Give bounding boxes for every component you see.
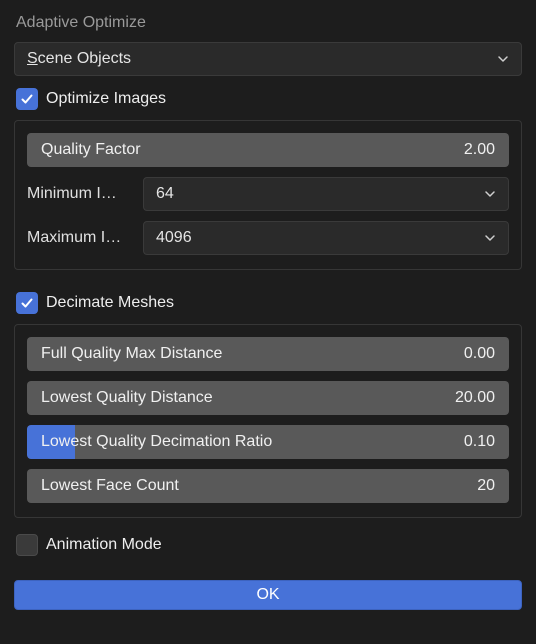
chevron-down-icon xyxy=(497,53,509,65)
lowest-face-count-label: Lowest Face Count xyxy=(41,477,435,495)
minimum-image-dropdown[interactable]: 64 xyxy=(143,177,509,211)
minimum-image-value: 64 xyxy=(156,185,174,203)
maximum-image-label: Maximum I… xyxy=(27,229,133,247)
ok-button[interactable]: OK xyxy=(14,580,522,610)
full-quality-max-distance-slider[interactable]: Full Quality Max Distance 0.00 xyxy=(27,337,509,371)
quality-factor-slider[interactable]: Quality Factor 2.00 xyxy=(27,133,509,167)
full-quality-max-distance-value: 0.00 xyxy=(435,345,495,363)
minimum-image-row: Minimum I… 64 xyxy=(27,177,509,211)
scene-objects-dropdown[interactable]: Scene Objects xyxy=(14,42,522,76)
panel-title: Adaptive Optimize xyxy=(14,10,522,42)
chevron-down-icon xyxy=(484,232,496,244)
optimize-images-group: Quality Factor 2.00 Minimum I… 64 Maximu… xyxy=(14,120,522,270)
decimate-meshes-row: Decimate Meshes xyxy=(14,280,522,324)
optimize-images-checkbox[interactable] xyxy=(16,88,38,110)
decimate-meshes-group: Full Quality Max Distance 0.00 Lowest Qu… xyxy=(14,324,522,518)
optimize-images-label: Optimize Images xyxy=(46,90,166,108)
animation-mode-checkbox[interactable] xyxy=(16,534,38,556)
lowest-quality-distance-label: Lowest Quality Distance xyxy=(41,389,435,407)
scene-objects-label: Scene Objects xyxy=(27,50,131,68)
chevron-down-icon xyxy=(484,188,496,200)
animation-mode-label: Animation Mode xyxy=(46,536,162,554)
lowest-quality-distance-slider[interactable]: Lowest Quality Distance 20.00 xyxy=(27,381,509,415)
optimize-images-row: Optimize Images xyxy=(14,76,522,120)
lowest-quality-distance-value: 20.00 xyxy=(435,389,495,407)
quality-factor-label: Quality Factor xyxy=(41,141,435,159)
lowest-face-count-slider[interactable]: Lowest Face Count 20 xyxy=(27,469,509,503)
lowest-quality-decimation-ratio-value: 0.10 xyxy=(435,433,495,451)
full-quality-max-distance-label: Full Quality Max Distance xyxy=(41,345,435,363)
lowest-quality-decimation-ratio-label: Lowest Quality Decimation Ratio xyxy=(41,433,435,451)
lowest-face-count-value: 20 xyxy=(435,477,495,495)
lowest-quality-decimation-ratio-slider[interactable]: Lowest Quality Decimation Ratio 0.10 xyxy=(27,425,509,459)
maximum-image-row: Maximum I… 4096 xyxy=(27,221,509,255)
minimum-image-label: Minimum I… xyxy=(27,185,133,203)
adaptive-optimize-panel: Adaptive Optimize Scene Objects Optimize… xyxy=(0,0,536,644)
decimate-meshes-label: Decimate Meshes xyxy=(46,294,174,312)
quality-factor-value: 2.00 xyxy=(435,141,495,159)
maximum-image-value: 4096 xyxy=(156,229,192,247)
maximum-image-dropdown[interactable]: 4096 xyxy=(143,221,509,255)
decimate-meshes-checkbox[interactable] xyxy=(16,292,38,314)
animation-mode-row: Animation Mode xyxy=(14,522,522,566)
